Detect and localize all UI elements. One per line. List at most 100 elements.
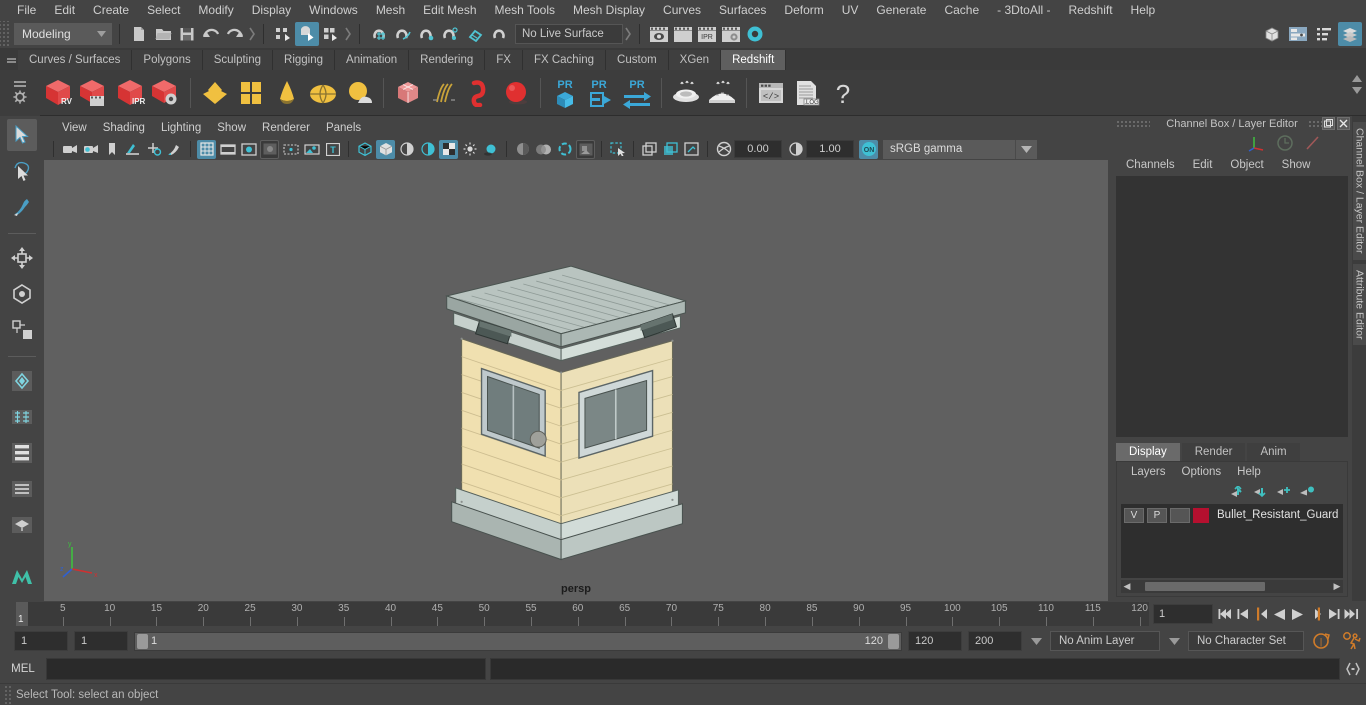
shelf-icon-redshift-render-settings[interactable] bbox=[148, 73, 184, 113]
shelf-icon-redshift-bake-set[interactable] bbox=[668, 73, 704, 113]
tab-display-layers[interactable]: Display bbox=[1116, 443, 1180, 461]
viewport-menu-show[interactable]: Show bbox=[209, 118, 254, 138]
shelf-icon-redshift-dome-light[interactable] bbox=[305, 73, 341, 113]
layer-color-swatch[interactable] bbox=[1193, 507, 1209, 523]
shelf-tab-rigging[interactable]: Rigging bbox=[273, 50, 336, 70]
shelf-tab-xgen[interactable]: XGen bbox=[668, 50, 722, 70]
menu-item-mesh-display[interactable]: Mesh Display bbox=[564, 0, 654, 20]
channel-box-menu-show[interactable]: Show bbox=[1274, 155, 1319, 175]
auto-keyframe-icon[interactable]: | bbox=[1310, 631, 1334, 651]
scrollbar-thumb[interactable] bbox=[1145, 582, 1265, 591]
channel-box-menu-channels[interactable]: Channels bbox=[1118, 155, 1183, 175]
scroll-right-arrow-icon[interactable]: ▶ bbox=[1331, 581, 1343, 592]
shelf-icon-redshift-volume[interactable] bbox=[462, 73, 498, 113]
shelf-tab-custom[interactable]: Custom bbox=[606, 50, 669, 70]
save-scene-icon[interactable] bbox=[175, 22, 199, 46]
playback-start-time-field[interactable]: 1 bbox=[74, 631, 128, 651]
new-layer-icon[interactable] bbox=[1276, 486, 1292, 498]
shelf-icon-redshift-proxy[interactable] bbox=[390, 73, 426, 113]
layer-shading-toggle[interactable] bbox=[1170, 507, 1190, 523]
perspective-viewport[interactable]: y x z persp bbox=[44, 160, 1108, 601]
snap-to-grid-icon[interactable] bbox=[367, 22, 391, 46]
shelf-icon-redshift-ipr[interactable]: IPR bbox=[112, 73, 148, 113]
layer-menu-options[interactable]: Options bbox=[1174, 466, 1230, 478]
viewport-menu-panels[interactable]: Panels bbox=[318, 118, 369, 138]
guard-booth-3d-model[interactable] bbox=[44, 160, 1108, 601]
step-forward-frame-icon[interactable] bbox=[1307, 604, 1324, 624]
new-scene-icon[interactable] bbox=[127, 22, 151, 46]
texture-toggle-icon[interactable] bbox=[439, 139, 458, 159]
menu-item-create[interactable]: Create bbox=[84, 0, 138, 20]
shelf-icon-redshift-hair[interactable] bbox=[426, 73, 462, 113]
isolate-select-icon[interactable] bbox=[608, 140, 627, 159]
layout-outliner-icon[interactable] bbox=[7, 473, 37, 505]
shelf-tab-fx-caching[interactable]: FX Caching bbox=[522, 50, 607, 70]
shelf-tab-redshift[interactable]: Redshift bbox=[721, 50, 787, 70]
undo-icon[interactable] bbox=[199, 22, 223, 46]
menu-item-modify[interactable]: Modify bbox=[189, 0, 242, 20]
camera-aperture-icon[interactable] bbox=[714, 140, 733, 159]
panel-two-icon[interactable] bbox=[661, 140, 680, 159]
snap-to-curve-icon[interactable] bbox=[391, 22, 415, 46]
exposure-value-field[interactable]: 0.00 bbox=[734, 140, 782, 158]
wireframe-icon[interactable] bbox=[355, 140, 374, 159]
shelf-tab-curves-surfaces[interactable]: Curves / Surfaces bbox=[18, 50, 133, 70]
snap-to-view-plane-icon[interactable] bbox=[463, 22, 487, 46]
open-scene-icon[interactable] bbox=[151, 22, 175, 46]
shelf-icon-redshift-render-sequence[interactable] bbox=[76, 73, 112, 113]
paint-select-tool[interactable] bbox=[7, 191, 37, 223]
depth-of-field-icon[interactable] bbox=[576, 139, 595, 159]
layer-list-sc rollbar[interactable]: ◀ ▶ bbox=[1121, 580, 1343, 593]
viewport-menu-view[interactable]: View bbox=[54, 118, 95, 138]
shelf-tab-sculpting[interactable]: Sculpting bbox=[202, 50, 274, 70]
show-hide-tool-settings-icon[interactable] bbox=[1312, 22, 1336, 46]
shadows-icon[interactable] bbox=[481, 140, 500, 159]
panel-single-icon[interactable] bbox=[640, 140, 659, 159]
play-backwards-icon[interactable] bbox=[1271, 604, 1288, 624]
gamma-icon[interactable] bbox=[786, 140, 805, 159]
shelf-icon-redshift-sphere[interactable] bbox=[498, 73, 534, 113]
motion-blur-icon[interactable] bbox=[534, 140, 553, 159]
multisample-icon[interactable] bbox=[555, 140, 574, 159]
film-origin-icon[interactable] bbox=[281, 140, 300, 159]
render-settings-icon[interactable] bbox=[719, 22, 743, 46]
snap-shapes-icon[interactable] bbox=[7, 365, 37, 397]
redo-icon[interactable] bbox=[223, 22, 247, 46]
scale-tool[interactable] bbox=[7, 314, 37, 346]
channel-box-content[interactable] bbox=[1116, 176, 1348, 437]
pen-icon[interactable] bbox=[1304, 134, 1322, 152]
menu-item-cache[interactable]: Cache bbox=[935, 0, 988, 20]
live-surface-field[interactable]: No Live Surface bbox=[515, 24, 623, 44]
lights-toggle-icon[interactable] bbox=[460, 140, 479, 159]
status-line-grip[interactable] bbox=[0, 21, 10, 47]
menu-item-surfaces[interactable]: Surfaces bbox=[710, 0, 775, 20]
shelf-side-controls[interactable] bbox=[0, 69, 40, 116]
shelf-icon-redshift-physical-sun-sky[interactable] bbox=[341, 73, 377, 113]
layer-visibility-toggle[interactable]: V bbox=[1124, 507, 1144, 523]
shelf-icon-redshift-bake-render[interactable] bbox=[704, 73, 740, 113]
character-set-chevron-icon[interactable] bbox=[1166, 637, 1182, 645]
shelf-scroll-arrows[interactable] bbox=[1351, 74, 1363, 95]
menu-item-uv[interactable]: UV bbox=[833, 0, 868, 20]
toolbar-collapse-handle-2[interactable] bbox=[343, 24, 352, 44]
panel-four-icon[interactable] bbox=[682, 140, 701, 159]
menu-item-edit-mesh[interactable]: Edit Mesh bbox=[414, 0, 485, 20]
shelf-tab-grip[interactable] bbox=[4, 48, 18, 70]
channel-box-menu-edit[interactable]: Edit bbox=[1185, 155, 1221, 175]
layout-persp-icon[interactable] bbox=[7, 509, 37, 541]
undock-panel-icon[interactable] bbox=[1322, 117, 1335, 130]
display-layer-list[interactable]: V P Bullet_Resistant_Guard bbox=[1121, 504, 1343, 578]
menu-item-display[interactable]: Display bbox=[243, 0, 300, 20]
gamma-value-field[interactable]: 1.00 bbox=[806, 140, 854, 158]
viewport-menu-renderer[interactable]: Renderer bbox=[254, 118, 318, 138]
grid-toggle-icon[interactable] bbox=[197, 139, 216, 159]
menu-item-deform[interactable]: Deform bbox=[775, 0, 832, 20]
time-slider[interactable]: 1 5 10 15 20 25 30 35 40 45 50 55 60 65 70 75 80 85 90 95 1… bbox=[16, 602, 1149, 626]
vertical-tab-attribute-editor[interactable]: Attribute Editor bbox=[1352, 263, 1366, 345]
toolbar-collapse-handle-3[interactable] bbox=[623, 24, 632, 44]
animation-end-time-field[interactable]: 200 bbox=[968, 631, 1022, 651]
screen-space-ao-icon[interactable] bbox=[513, 140, 532, 159]
shelf-icon-redshift-log[interactable]: .LOG bbox=[789, 73, 825, 113]
command-output-field[interactable] bbox=[490, 658, 1340, 680]
clock-icon[interactable] bbox=[1276, 134, 1294, 152]
